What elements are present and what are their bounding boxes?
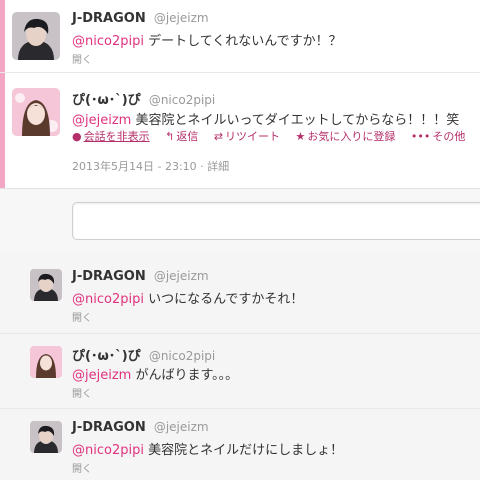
expand-link[interactable]: 開く — [72, 460, 92, 475]
author-name[interactable]: J-DRAGON — [72, 420, 146, 435]
reply-label: 返信 — [176, 130, 199, 143]
retweet-icon: ⇄ — [213, 130, 224, 143]
avatar-image — [30, 269, 62, 301]
author-row: ぴ(･ω･`)ぴ @nico2pipi — [72, 345, 215, 364]
expand-link[interactable]: 開く — [72, 385, 92, 400]
author-handle[interactable]: @jejeizm — [154, 11, 209, 25]
mention-link[interactable]: @nico2pipi — [72, 443, 144, 458]
author-handle[interactable]: @jejeizm — [154, 269, 209, 283]
author-handle[interactable]: @nico2pipi — [149, 93, 215, 107]
tweet-meta: 2013年5月14日 - 23:10 · 詳細 — [72, 158, 229, 174]
tweet-body: いつになるんですかそれ！ — [143, 292, 304, 307]
tweet-5[interactable]: J-DRAGON @jejeizm @nico2pipi 美容院とネイルだけにし… — [0, 409, 480, 480]
tweet-actions: ● 会話を非表示 ↰ 返信 ⇄ リツイート ★ お気に入りに登録 ••• その他 — [72, 128, 465, 144]
avatar-nico[interactable] — [12, 88, 60, 136]
author-name[interactable]: J-DRAGON — [72, 269, 146, 284]
speech-bubble-icon: ● — [72, 130, 82, 143]
author-handle[interactable]: @jejeizm — [154, 420, 209, 434]
retweet-button[interactable]: ⇄ リツイート — [214, 130, 280, 143]
avatar-image — [12, 12, 60, 60]
reply-arrow-icon: ↰ — [165, 130, 175, 143]
tweet-text: @nico2pipi いつになるんですかそれ！ — [72, 288, 303, 307]
tweet-1[interactable]: J-DRAGON @jejeizm @nico2pipi デートしてくれないんで… — [0, 0, 480, 73]
avatar-image — [30, 346, 62, 378]
author-row: ぴ(･ω･`)ぴ @nico2pipi — [72, 89, 215, 108]
tweet-text: @jejeizm がんばります。。。 — [72, 364, 238, 383]
avatar-image — [30, 421, 62, 453]
author-name[interactable]: ぴ(･ω･`)ぴ — [72, 93, 141, 108]
expand-link[interactable]: 開く — [72, 309, 92, 324]
mention-link[interactable]: @nico2pipi — [72, 292, 144, 307]
author-row: J-DRAGON @jejeizm — [72, 11, 209, 26]
tweet-text: @jejeizm 美容院とネイルいってダイエットしてからなら！！！笑 — [72, 109, 459, 128]
author-row: J-DRAGON @jejeizm — [72, 269, 209, 284]
mention-link[interactable]: @jejeizm — [72, 113, 131, 128]
star-icon: ★ — [295, 130, 306, 143]
tweet-body: デートしてくれないんですか！？ — [143, 34, 342, 49]
expand-link[interactable]: 開く — [72, 51, 92, 66]
more-label: その他 — [432, 130, 466, 143]
tweet-body: 美容院とネイルだけにしましょ！ — [143, 443, 344, 458]
author-name[interactable]: J-DRAGON — [72, 11, 146, 26]
mention-link[interactable]: @jejeizm — [72, 368, 131, 383]
author-name[interactable]: ぴ(･ω･`)ぴ — [72, 349, 141, 364]
timestamp-link[interactable]: 2013年5月14日 - 23:10 — [72, 160, 197, 173]
author-handle[interactable]: @nico2pipi — [149, 349, 215, 363]
tweet-3[interactable]: J-DRAGON @jejeizm @nico2pipi いつになるんですかそれ… — [0, 253, 480, 334]
more-button[interactable]: ••• その他 — [411, 130, 465, 143]
tweet-2-expanded[interactable]: ぴ(･ω･`)ぴ @nico2pipi @jejeizm 美容院とネイルいってダ… — [0, 72, 480, 188]
hide-conversation-link[interactable]: ● 会話を非表示 — [72, 130, 150, 143]
mention-link[interactable]: @nico2pipi — [72, 34, 144, 49]
tweet-body: がんばります。。。 — [131, 368, 239, 383]
reply-button[interactable]: ↰ 返信 — [165, 130, 198, 143]
tweet-4[interactable]: ぴ(･ω･`)ぴ @nico2pipi @jejeizm がんばります。。。 開… — [0, 334, 480, 409]
avatar-jdragon[interactable] — [30, 421, 62, 453]
details-link[interactable]: 詳細 — [207, 160, 229, 173]
favorite-button[interactable]: ★ お気に入りに登録 — [296, 130, 396, 143]
avatar-jdragon[interactable] — [12, 12, 60, 60]
hide-conversation-label: 会話を非表示 — [83, 130, 150, 143]
retweet-label: リツイート — [225, 130, 281, 143]
avatar-nico[interactable] — [30, 346, 62, 378]
tweet-text: @nico2pipi 美容院とネイルだけにしましょ！ — [72, 439, 343, 458]
tweet-body: 美容院とネイルいってダイエットしてからなら！！！笑 — [131, 113, 460, 128]
author-row: J-DRAGON @jejeizm — [72, 420, 209, 435]
avatar-image — [12, 88, 60, 136]
reply-input[interactable] — [72, 202, 480, 240]
ellipsis-icon: ••• — [410, 130, 431, 143]
favorite-label: お気に入りに登録 — [307, 130, 396, 143]
tweet-text: @nico2pipi デートしてくれないんですか！？ — [72, 30, 342, 49]
avatar-jdragon[interactable] — [30, 269, 62, 301]
